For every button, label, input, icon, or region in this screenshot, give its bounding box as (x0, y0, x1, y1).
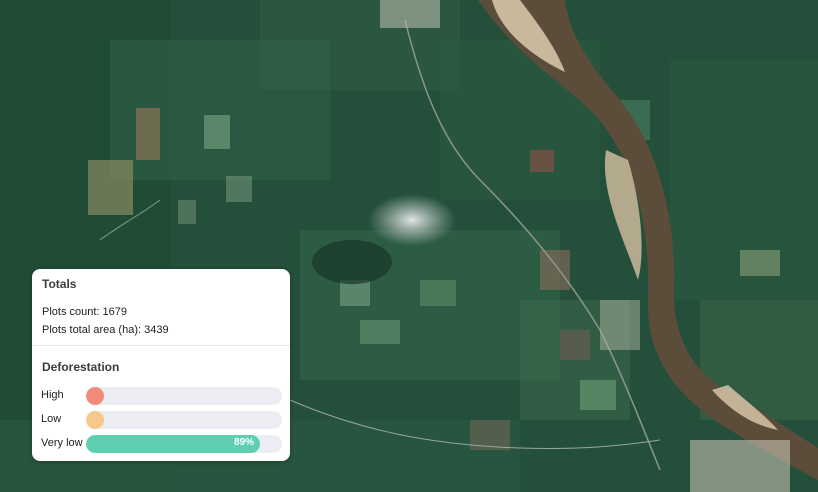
plots-count: Plots count: 1679 (42, 306, 128, 318)
deforestation-bar-track (86, 411, 282, 429)
section-divider (32, 345, 290, 346)
plots-total-area: Plots total area (ha): 3439 (42, 324, 169, 336)
deforestation-bar-fill (86, 411, 104, 429)
deforestation-label: High (41, 389, 64, 401)
deforestation-label: Very low (41, 437, 83, 449)
deforestation-row-low: Low (32, 411, 290, 429)
totals-title: Totals (42, 277, 77, 291)
deforestation-bar-track: 89% (86, 435, 282, 453)
deforestation-bar-fill: 89% (86, 435, 260, 453)
deforestation-row-high: High (32, 387, 290, 405)
deforestation-title: Deforestation (42, 360, 120, 374)
stats-panel: Totals Plots count: 1679 Plots total are… (32, 269, 290, 461)
deforestation-row-very-low: Very low 89% (32, 435, 290, 453)
deforestation-bar-track (86, 387, 282, 405)
deforestation-label: Low (41, 413, 62, 425)
deforestation-percent: 89% (233, 437, 254, 448)
deforestation-bar-fill (86, 387, 104, 405)
